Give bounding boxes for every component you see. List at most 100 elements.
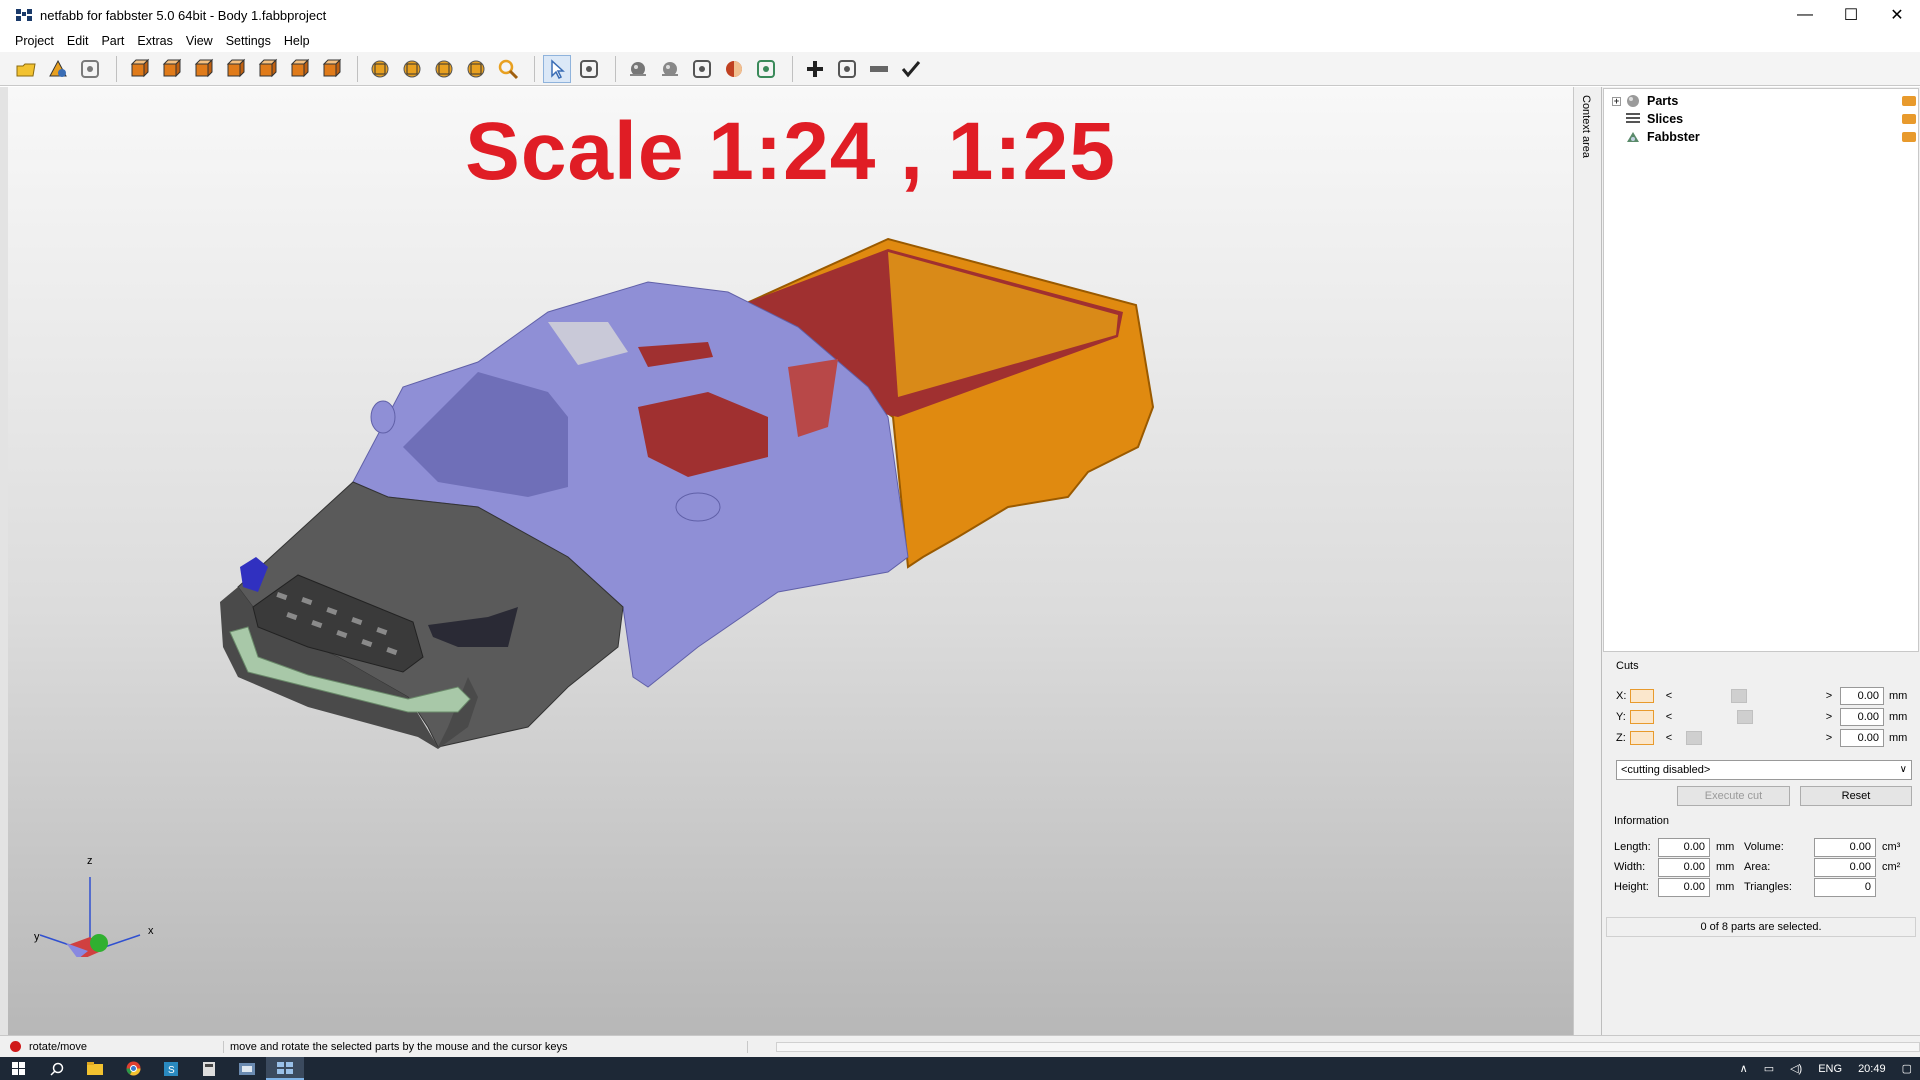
menu-project[interactable]: Project: [10, 34, 59, 48]
toolbar-button-6[interactable]: [221, 55, 249, 83]
search-button[interactable]: [38, 1057, 76, 1080]
close-button[interactable]: ✕: [1874, 0, 1920, 30]
toolbar-button-11[interactable]: [398, 55, 426, 83]
chevron-down-icon: ∨: [1899, 764, 1907, 775]
context-area-label: Context area: [1580, 95, 1592, 158]
camera-icon: [757, 59, 775, 78]
sphere-icon: [630, 61, 646, 76]
menu-view[interactable]: View: [181, 34, 218, 48]
execute-cut-button[interactable]: Execute cut: [1677, 786, 1790, 806]
menu-edit[interactable]: Edit: [62, 34, 94, 48]
toolbar-button-20[interactable]: [720, 55, 748, 83]
cut-plane-color-icon[interactable]: [1630, 731, 1654, 745]
toolbar-button-5[interactable]: [189, 55, 217, 83]
taskbar-app-s[interactable]: S: [152, 1057, 190, 1080]
cut-slider-thumb[interactable]: [1730, 689, 1747, 703]
3d-viewport[interactable]: Scale 1:24 , 1:25 z y x: [8, 87, 1573, 1035]
cut-plane-color-icon[interactable]: [1630, 710, 1654, 724]
menu-part[interactable]: Part: [96, 34, 129, 48]
toolbar-button-14[interactable]: [494, 55, 522, 83]
start-button[interactable]: [0, 1057, 38, 1080]
task-view-icon: [277, 1061, 293, 1074]
toolbar-button-0[interactable]: [12, 55, 40, 83]
taskbar-explorer[interactable]: [76, 1057, 114, 1080]
toolbar-button-7[interactable]: [253, 55, 281, 83]
toolbar-button-25[interactable]: [897, 55, 925, 83]
toolbar-button-21[interactable]: [752, 55, 780, 83]
chevron-left-icon[interactable]: <: [1662, 732, 1676, 744]
view-back-icon: [162, 58, 182, 77]
network-icon[interactable]: ▭: [1764, 1062, 1774, 1075]
menu-help[interactable]: Help: [279, 34, 315, 48]
volume-icon[interactable]: ◁): [1790, 1062, 1802, 1075]
info-label: Volume:: [1744, 841, 1784, 853]
cut-slider[interactable]: [1676, 731, 1822, 745]
toolbar-button-3[interactable]: [125, 55, 153, 83]
zoom-window-icon: [467, 60, 485, 77]
fabbster-icon: [1627, 132, 1639, 142]
toolbar-button-12[interactable]: [430, 55, 458, 83]
chevron-left-icon[interactable]: <: [1662, 711, 1676, 723]
cut-slider-thumb[interactable]: [1737, 710, 1754, 724]
chevron-right-icon[interactable]: >: [1822, 732, 1836, 744]
maximize-button[interactable]: ☐: [1828, 0, 1874, 30]
toolbar-button-2[interactable]: [76, 55, 104, 83]
toolbar-button-10[interactable]: [366, 55, 394, 83]
cut-row: Z: < >0.00 mm: [1616, 728, 1916, 748]
cut-value-input[interactable]: 0.00: [1840, 729, 1884, 747]
info-value: 0.00: [1658, 837, 1710, 857]
cut-value-input[interactable]: 0.00: [1840, 687, 1884, 705]
cut-slider[interactable]: [1676, 689, 1822, 703]
taskbar-calculator[interactable]: [190, 1057, 228, 1080]
toolbar-button-23[interactable]: [833, 55, 861, 83]
toolbar-button-13[interactable]: [462, 55, 490, 83]
notifications-icon[interactable]: ▢: [1902, 1062, 1912, 1075]
windows-taskbar: S ∧ ▭ ◁) ENG 20:49 ▢: [0, 1057, 1920, 1080]
tray-chevron-up-icon[interactable]: ∧: [1740, 1062, 1748, 1075]
search-icon: [50, 1062, 64, 1076]
truck-body-model[interactable]: [8, 87, 1573, 1035]
cut-value-input[interactable]: 0.00: [1840, 708, 1884, 726]
tree-item-parts[interactable]: + Parts: [1604, 92, 1918, 110]
toolbar-button-19[interactable]: [688, 55, 716, 83]
cut-slider-thumb[interactable]: [1686, 731, 1703, 745]
clock[interactable]: 20:49: [1858, 1063, 1886, 1075]
menu-extras[interactable]: Extras: [132, 34, 177, 48]
chevron-right-icon[interactable]: >: [1822, 711, 1836, 723]
tree-item-fabbster[interactable]: Fabbster: [1604, 128, 1918, 146]
reset-button[interactable]: Reset: [1800, 786, 1912, 806]
toolbar-button-18[interactable]: [656, 55, 684, 83]
window-controls: — ☐ ✕: [1782, 0, 1920, 30]
menu-settings[interactable]: Settings: [221, 34, 276, 48]
select-cursor-icon: [551, 58, 565, 79]
tree-label-fabbster: Fabbster: [1647, 130, 1700, 144]
cut-plane-color-icon[interactable]: [1630, 689, 1654, 703]
checkmark-icon: [901, 60, 921, 77]
toolbar-button-22[interactable]: [801, 55, 829, 83]
toolbar-button-8[interactable]: [285, 55, 313, 83]
project-tree: + Parts Slices Fabbster: [1603, 88, 1919, 652]
toolbar-button-15[interactable]: [543, 54, 571, 83]
settings-doc-icon: [81, 59, 99, 78]
expand-icon[interactable]: +: [1612, 96, 1621, 106]
cutting-mode-select[interactable]: <cutting disabled> ∨: [1616, 760, 1912, 780]
language-indicator[interactable]: ENG: [1818, 1063, 1842, 1075]
chevron-right-icon[interactable]: >: [1822, 690, 1836, 702]
toolbar-button-24[interactable]: [865, 55, 893, 83]
toolbar-separator: [792, 55, 793, 82]
toolbar-button-1[interactable]: [44, 55, 72, 83]
context-area-tab[interactable]: Context area: [1573, 87, 1601, 1035]
toolbar-button-4[interactable]: [157, 55, 185, 83]
taskbar-netfabb[interactable]: [228, 1057, 266, 1080]
toolbar-button-9[interactable]: [317, 55, 345, 83]
minimize-button[interactable]: —: [1782, 0, 1828, 30]
chevron-left-icon[interactable]: <: [1662, 690, 1676, 702]
slices-folder-icon: [1902, 114, 1916, 124]
taskbar-task-view[interactable]: [266, 1057, 304, 1080]
tree-item-slices[interactable]: Slices: [1604, 110, 1918, 128]
cut-slider[interactable]: [1676, 710, 1822, 724]
tree-label-parts: Parts: [1647, 94, 1679, 108]
toolbar-button-16[interactable]: [575, 55, 603, 83]
taskbar-chrome[interactable]: [114, 1057, 152, 1080]
toolbar-button-17[interactable]: [624, 55, 652, 83]
